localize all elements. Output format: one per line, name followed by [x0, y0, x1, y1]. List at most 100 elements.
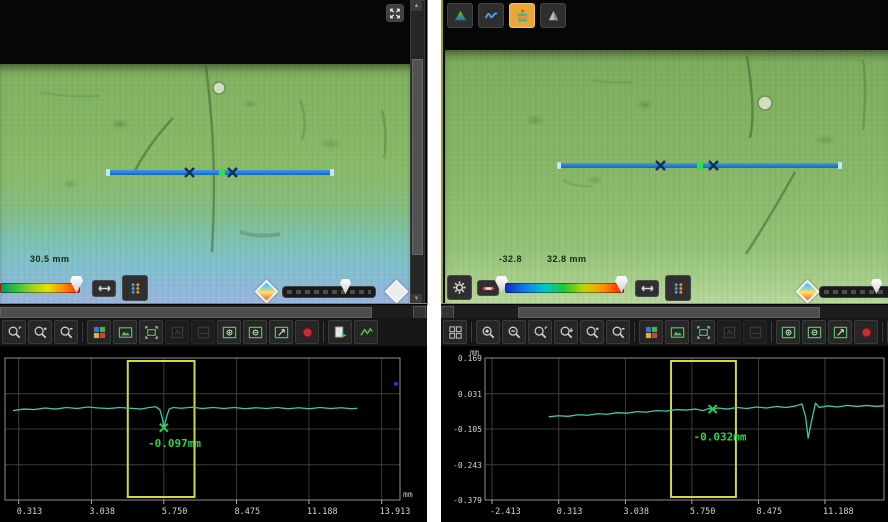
palette-grid-button[interactable]: [639, 320, 663, 344]
line-endpoint-left[interactable]: [106, 169, 110, 176]
line-marker-icon[interactable]: [708, 160, 719, 171]
palette-grid-button[interactable]: [87, 320, 111, 344]
line-endpoint-right[interactable]: [838, 162, 842, 169]
zoom-in-button[interactable]: [476, 320, 500, 344]
scroll-down-icon[interactable]: ▼: [411, 294, 422, 304]
measure-b-button[interactable]: [743, 320, 767, 344]
toolbar-separator: [82, 322, 83, 342]
zoom-minus-button[interactable]: [606, 320, 630, 344]
right-surface-scan-image[interactable]: [445, 50, 888, 303]
zoom-plus-button[interactable]: [580, 320, 604, 344]
region-reset-button[interactable]: [269, 320, 293, 344]
line-center-point[interactable]: [219, 169, 225, 176]
snapshot-button[interactable]: [665, 320, 689, 344]
region-zoom-out-button[interactable]: [802, 320, 826, 344]
scrollbar-thumb[interactable]: [0, 307, 372, 318]
view-3d-button[interactable]: [354, 320, 378, 344]
zoom-cursor-button[interactable]: [554, 320, 578, 344]
left-surface-scan-image[interactable]: [0, 64, 411, 303]
svg-text:0.031: 0.031: [458, 390, 482, 399]
line-marker-icon[interactable]: [227, 167, 238, 178]
svg-text:5.750: 5.750: [162, 507, 188, 517]
svg-text:0.313: 0.313: [17, 507, 43, 517]
view-mode-toolbar: [447, 3, 566, 28]
scrollbar-thumb[interactable]: [518, 307, 820, 318]
left-profile-chart[interactable]: 0.3133.0385.7508.47511.18813.913mm-0.097…: [0, 346, 427, 522]
dual-scan-comparison-window: 30.5 mm ▲ ▼ 0.313 3.038 5.750 8.475 11.188 13…: [0, 0, 888, 522]
region-zoom-in-button[interactable]: [217, 320, 241, 344]
settings-gear-button[interactable]: [447, 275, 472, 300]
line-endpoint-left[interactable]: [557, 162, 561, 169]
measure-a-button[interactable]: [717, 320, 741, 344]
measure-b-button[interactable]: [191, 320, 215, 344]
palette-dots-button[interactable]: [122, 275, 148, 301]
right-image-toolbar: [441, 318, 888, 346]
zoom-minus-button[interactable]: [54, 320, 78, 344]
frame-slider[interactable]: [282, 286, 376, 298]
color-scale-bar[interactable]: [505, 283, 624, 293]
toolbar-separator: [471, 322, 472, 342]
right-measure-line[interactable]: [559, 163, 840, 168]
toolbar-separator: [882, 322, 883, 342]
tile-view-button[interactable]: [443, 320, 467, 344]
record-button[interactable]: [854, 320, 878, 344]
line-marker-icon[interactable]: [655, 160, 666, 171]
palette-dots-button[interactable]: [665, 275, 691, 301]
line-marker-icon[interactable]: [184, 167, 195, 178]
svg-text:mm: mm: [470, 348, 480, 357]
line-endpoint-right[interactable]: [330, 169, 334, 176]
toolbar-separator: [323, 322, 324, 342]
red-range-arrows-button[interactable]: [477, 280, 499, 296]
expand-button[interactable]: [386, 4, 404, 22]
scroll-up-icon[interactable]: ▲: [411, 1, 422, 11]
color-scale-bar[interactable]: [0, 283, 80, 293]
svg-text:-0.105: -0.105: [453, 425, 482, 434]
zoom-plus-button[interactable]: [28, 320, 52, 344]
left-surface-image-viewport[interactable]: 30.5 mm ▲ ▼: [0, 0, 428, 305]
height-map-button[interactable]: [447, 3, 473, 28]
svg-text:8.475: 8.475: [757, 507, 783, 517]
toolbar-separator: [771, 322, 772, 342]
height-scale-max-label: 32.8 mm: [547, 254, 587, 264]
height-scale-min-label: -32.8: [499, 254, 522, 264]
range-arrows-button[interactable]: [635, 280, 659, 297]
zoom-fit-button[interactable]: [528, 320, 552, 344]
line-center-point[interactable]: [697, 162, 703, 169]
svg-text:13.913: 13.913: [380, 507, 411, 517]
scrollbar-thumb[interactable]: [412, 59, 423, 255]
gray-peak-button[interactable]: [540, 3, 566, 28]
left-profile-chart-area: 0.3133.0385.7508.47511.18813.913mm-0.097…: [0, 346, 427, 522]
svg-text:11.188: 11.188: [307, 507, 338, 517]
svg-text:3.038: 3.038: [89, 507, 115, 517]
export-report-button[interactable]: [328, 320, 352, 344]
svg-text:-0.243: -0.243: [453, 461, 482, 470]
left-viewer-panel: 30.5 mm ▲ ▼ 0.3133.0385.7508.47511.18813…: [0, 0, 427, 522]
left-measure-line[interactable]: [108, 170, 332, 175]
snapshot-frame-button[interactable]: [139, 320, 163, 344]
record-button[interactable]: [295, 320, 319, 344]
right-viewer-panel: -32.8 32.8 mm -2.4130.3133.0385.7508.475…: [441, 0, 888, 522]
svg-text:-0.032mm: -0.032mm: [694, 431, 747, 444]
range-arrows-button[interactable]: [92, 280, 116, 297]
left-horizontal-scrollbar[interactable]: [0, 304, 427, 318]
zoom-fit-button[interactable]: [2, 320, 26, 344]
region-zoom-in-button[interactable]: [776, 320, 800, 344]
right-profile-chart-area: -2.4130.3133.0385.7508.47511.1880.1690.0…: [441, 346, 888, 522]
region-zoom-out-button[interactable]: [243, 320, 267, 344]
svg-text:3.038: 3.038: [623, 507, 649, 517]
svg-text:mm: mm: [403, 490, 413, 499]
svg-text:0.313: 0.313: [557, 507, 583, 517]
zoom-out-button[interactable]: [502, 320, 526, 344]
snapshot-frame-button[interactable]: [691, 320, 715, 344]
region-reset-button[interactable]: [828, 320, 852, 344]
measure-a-button[interactable]: [165, 320, 189, 344]
layer-stack-button[interactable]: [509, 3, 535, 28]
right-profile-chart[interactable]: -2.4130.3133.0385.7508.47511.1880.1690.0…: [441, 346, 888, 522]
profile-wave-button[interactable]: [478, 3, 504, 28]
svg-text:-0.379: -0.379: [453, 496, 482, 505]
right-surface-image-viewport[interactable]: -32.8 32.8 mm: [441, 0, 888, 305]
snapshot-button[interactable]: [113, 320, 137, 344]
right-horizontal-scrollbar[interactable]: [441, 304, 888, 318]
height-scale-label: 30.5 mm: [30, 254, 70, 264]
left-vertical-scrollbar[interactable]: ▲ ▼: [410, 0, 425, 305]
